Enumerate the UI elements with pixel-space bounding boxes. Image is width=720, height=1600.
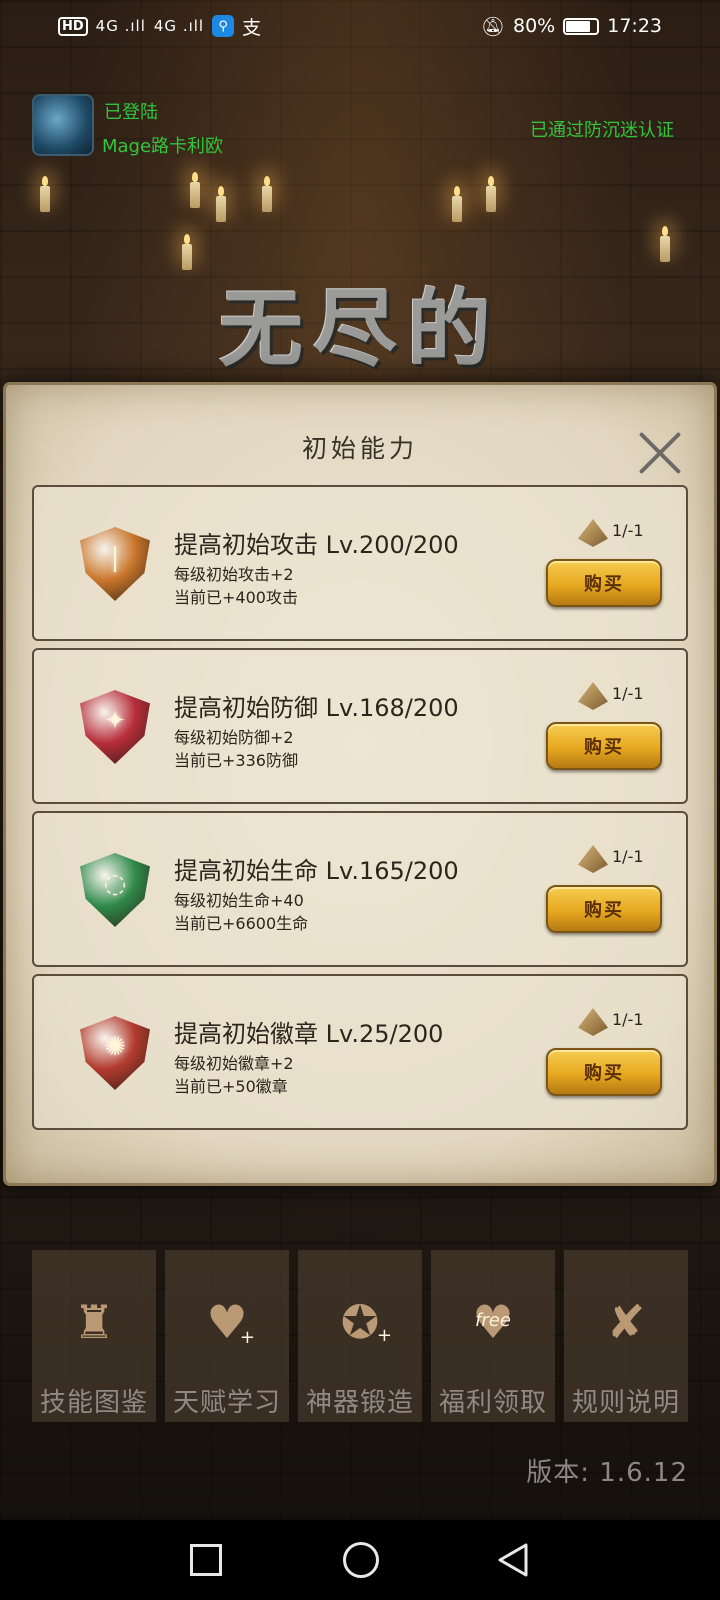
signal-icon-2: 4G .ıll — [153, 17, 205, 35]
ability-item-defense: ✦ 提高初始防御 Lv.168/200 每级初始防御+2 当前已+336防御 1… — [32, 648, 688, 804]
player-name: Mage路卡利欧 — [102, 136, 224, 157]
attack-gem-symbol: ❘ — [104, 543, 126, 573]
recent-apps-icon[interactable] — [190, 1544, 222, 1576]
buy-button[interactable]: 购买 — [546, 559, 662, 607]
rules-scroll-icon: ✘ — [596, 1292, 656, 1352]
signal-icon: 4G .ıll — [95, 17, 146, 35]
ability-current: 当前已+50徽章 — [174, 1077, 288, 1096]
rules-glyph: ✘ — [606, 1295, 646, 1349]
buy-button[interactable]: 购买 — [546, 885, 662, 933]
ability-name: 提高初始生命 Lv.165/200 — [174, 857, 459, 885]
ability-current: 当前已+336防御 — [174, 751, 298, 770]
ability-name: 提高初始攻击 Lv.200/200 — [174, 531, 459, 559]
initial-ability-dialog: 初始能力 ❘ 提高初始攻击 Lv.200/200 每级初始攻击+2 当前已+40… — [6, 385, 714, 1183]
menu-talent[interactable]: ♥ + 天赋学习 — [165, 1250, 289, 1422]
status-bar-right: 🔕︎ 80% 17:23 — [481, 15, 662, 38]
version-label: 版本: 1.6.12 — [526, 1458, 688, 1488]
menu-rules[interactable]: ✘ 规则说明 — [564, 1250, 688, 1422]
alipay-icon: 支 — [242, 16, 262, 39]
clock: 17:23 — [607, 15, 662, 37]
candle-decoration — [452, 186, 462, 222]
artifact-forge-icon: ✪ + — [330, 1292, 392, 1352]
candle-decoration — [40, 176, 50, 212]
cost-text: 1/-1 — [612, 521, 644, 540]
menu-welfare[interactable]: ♥ free 福利领取 — [431, 1250, 555, 1422]
cost-text: 1/-1 — [612, 847, 644, 866]
back-icon-svg — [498, 1543, 528, 1577]
battery-icon — [563, 17, 600, 35]
mute-bell-icon: 🔕︎ — [480, 15, 505, 38]
menu-label: 神器锻造 — [305, 1388, 414, 1418]
ability-name: 提高初始徽章 Lv.25/200 — [174, 1020, 444, 1048]
menu-artifact-forge[interactable]: ✪ + 神器锻造 — [298, 1250, 422, 1422]
free-badge: free — [475, 1310, 511, 1331]
home-icon[interactable] — [343, 1542, 379, 1578]
ability-item-life: ◌ 提高初始生命 Lv.165/200 每级初始生命+40 当前已+6600生命… — [32, 811, 688, 967]
menu-label: 天赋学习 — [172, 1388, 281, 1418]
hd-icon: HD — [58, 16, 88, 36]
badge-gem-symbol: ✺ — [104, 1032, 126, 1062]
cost-crystal-icon — [578, 845, 608, 873]
ability-description: 每级初始防御+2 — [174, 728, 294, 747]
candle-decoration — [262, 176, 272, 212]
artifact-glyph: ✪ — [340, 1295, 380, 1349]
ability-description: 每级初始徽章+2 — [174, 1054, 294, 1073]
menu-skill-book[interactable]: ♜ 技能图鉴 — [32, 1250, 156, 1422]
heart-plus-icon: ♥ + — [197, 1292, 257, 1352]
ability-item-badge: ✺ 提高初始徽章 Lv.25/200 每级初始徽章+2 当前已+50徽章 1/-… — [32, 974, 688, 1130]
game-title: 无尽的 — [218, 279, 501, 378]
menu-label: 规则说明 — [571, 1388, 680, 1418]
ability-current: 当前已+6600生命 — [174, 914, 309, 933]
menu-label: 技能图鉴 — [39, 1388, 148, 1418]
search-app-icon: ⚲ — [212, 15, 235, 37]
ability-name: 提高初始防御 Lv.168/200 — [174, 694, 459, 722]
candle-decoration — [486, 176, 496, 212]
ability-item-attack: ❘ 提高初始攻击 Lv.200/200 每级初始攻击+2 当前已+400攻击 1… — [32, 485, 688, 641]
candle-decoration — [216, 186, 226, 222]
cost-crystal-icon — [578, 682, 608, 710]
menu-label: 福利领取 — [438, 1388, 547, 1418]
candle-decoration — [660, 226, 670, 262]
system-navigation-bar — [0, 1520, 720, 1600]
avatar[interactable] — [32, 94, 94, 156]
battery-fill — [566, 20, 591, 32]
skill-book-icon: ♜ — [64, 1292, 124, 1352]
life-gem-symbol: ◌ — [103, 869, 127, 899]
ability-description: 每级初始攻击+2 — [174, 565, 294, 584]
defense-gem-symbol: ✦ — [104, 706, 126, 736]
plus-badge: + — [239, 1327, 255, 1348]
skill-book-glyph: ♜ — [73, 1295, 115, 1349]
candle-decoration — [190, 172, 200, 208]
status-bar-left: HD 4G .ıll 4G .ıll ⚲ 支 — [58, 13, 261, 40]
anti-addiction-status: 已通过防沉迷认证 — [530, 120, 674, 141]
cost-crystal-icon — [578, 519, 608, 547]
back-icon[interactable] — [496, 1542, 532, 1578]
dialog-title: 初始能力 — [301, 434, 418, 463]
buy-button[interactable]: 购买 — [546, 722, 662, 770]
battery-percent: 80% — [513, 15, 556, 37]
plus-badge: + — [376, 1325, 392, 1346]
ability-description: 每级初始生命+40 — [174, 891, 304, 910]
status-bar: HD 4G .ıll 4G .ıll ⚲ 支 🔕︎ 80% 17:23 — [0, 0, 720, 52]
close-icon[interactable] — [638, 431, 682, 475]
free-heart-icon: ♥ free — [463, 1292, 523, 1352]
cost-text: 1/-1 — [612, 684, 644, 703]
cost-crystal-icon — [578, 1008, 608, 1036]
buy-button[interactable]: 购买 — [546, 1048, 662, 1096]
login-status: 已登陆 — [104, 102, 158, 123]
cost-text: 1/-1 — [612, 1010, 644, 1029]
ability-current: 当前已+400攻击 — [174, 588, 298, 607]
